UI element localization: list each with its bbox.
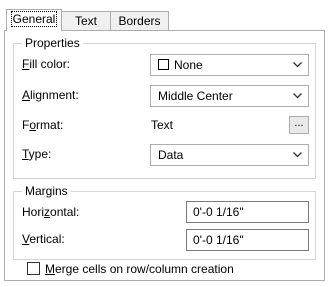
format-label: Format: [22, 118, 64, 132]
type-dropdown[interactable]: Data [150, 144, 309, 166]
properties-legend: Properties [22, 35, 83, 51]
alignment-value: Middle Center [158, 89, 233, 103]
vertical-margin-input[interactable]: 0'-0 1/16" [186, 229, 309, 251]
vertical-label: Vertical: [22, 232, 65, 246]
format-value: Text [151, 118, 174, 132]
merge-cells-checkbox[interactable] [27, 262, 40, 275]
tab-text-label: Text [74, 14, 97, 28]
fill-color-dropdown[interactable]: None [150, 54, 309, 76]
chevron-down-icon [293, 62, 302, 68]
tab-borders-label: Borders [118, 14, 161, 28]
type-value: Data [158, 148, 184, 162]
chevron-down-icon [293, 93, 302, 99]
margins-legend: Margins [22, 183, 71, 199]
color-swatch-icon [158, 59, 169, 70]
tab-general[interactable]: General [6, 9, 62, 31]
chevron-down-icon [293, 152, 302, 158]
tab-text[interactable]: Text [61, 11, 111, 30]
alignment-dropdown[interactable]: Middle Center [150, 85, 309, 107]
fill-color-label: Fill color: [22, 57, 71, 71]
alignment-label: Alignment: [22, 88, 79, 102]
general-tab-panel: Properties Fill color: None Alignment: M… [4, 30, 325, 281]
type-label: Type: [22, 147, 52, 161]
merge-cells-label[interactable]: Merge cells on row/column creation [45, 261, 234, 277]
margins-group: Margins Horizontal: 0'-0 1/16" Vertical:… [13, 183, 316, 260]
tab-general-label: General [10, 11, 58, 27]
format-browse-button[interactable]: ... [289, 116, 309, 134]
tab-borders[interactable]: Borders [110, 11, 169, 30]
properties-group: Properties Fill color: None Alignment: M… [13, 35, 316, 179]
horizontal-margin-input[interactable]: 0'-0 1/16" [186, 201, 309, 223]
horizontal-label: Horizontal: [22, 205, 80, 219]
fill-color-value: None [174, 58, 203, 72]
